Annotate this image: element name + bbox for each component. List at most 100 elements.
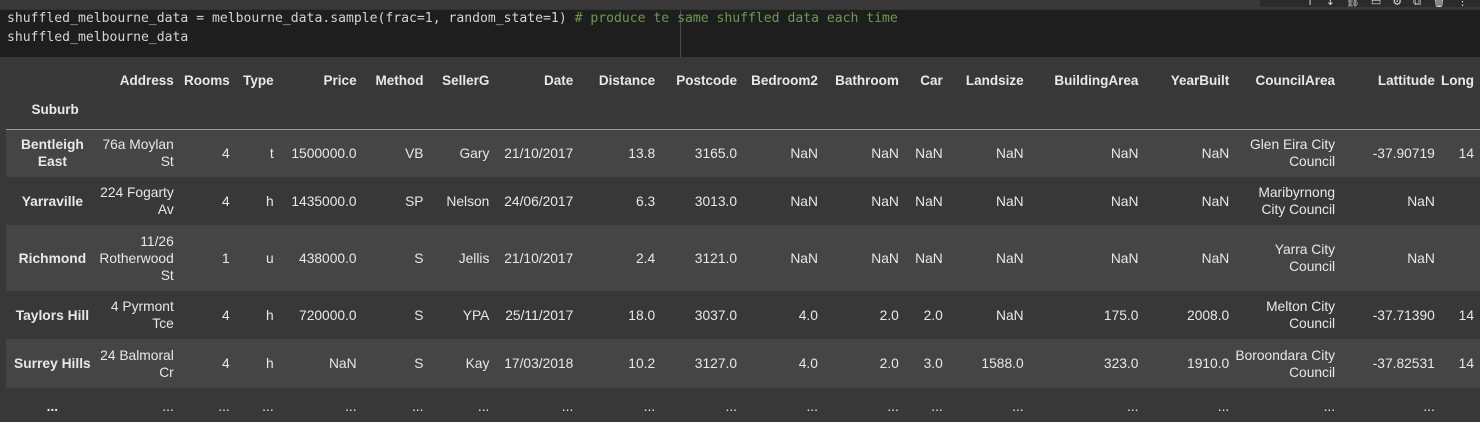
table-cell-lattitude: NaN	[1407, 193, 1435, 209]
table-cell-car: ...	[931, 399, 943, 414]
table-cell-distance: 6.3	[635, 193, 656, 209]
table-cell-price: 720000.0	[299, 307, 357, 323]
arrow-up-icon[interactable]: ↑	[1305, 0, 1314, 7]
index-name-row-blank	[1144, 102, 1235, 129]
delete-icon[interactable]: 🗑	[1432, 0, 1446, 7]
table-row: ........................................…	[6, 388, 1480, 422]
table-cell-councilarea: Melton City Council	[1266, 299, 1336, 331]
table-cell-sellerg: ...	[477, 399, 490, 414]
arrow-down-icon[interactable]: ↓	[1326, 0, 1335, 7]
table-cell-bedroom2: 4.0	[798, 356, 818, 371]
table-cell-date: 21/10/2017	[504, 145, 574, 161]
cell-output: Address Rooms Type Price Method SellerG Date Di…	[0, 57, 1480, 422]
table-cell-sellerg: Jellis	[458, 250, 490, 266]
table-cell-councilarea: Yarra City Council	[1274, 242, 1336, 274]
table-cell-bathroom: 2.0	[879, 356, 899, 371]
link-icon[interactable]: ⛓	[1346, 0, 1360, 7]
index-name-row-blank	[661, 102, 743, 129]
table-cell-date: ...	[561, 399, 574, 414]
table-cell-lattitude: -37.82531	[1372, 356, 1435, 371]
table-cell-price: 1500000.0	[291, 145, 357, 161]
index-name-row-blank	[99, 102, 180, 129]
index-name-row-blank	[363, 102, 430, 129]
table-cell-date: 21/10/2017	[504, 250, 574, 266]
table-cell-buildingarea: NaN	[1110, 193, 1139, 209]
table-cell-buildingarea: 323.0	[1103, 356, 1139, 371]
table-cell-bathroom: NaN	[871, 193, 899, 209]
table-cell-date: 17/03/2018	[504, 356, 574, 371]
table-cell-bedroom2: NaN	[790, 250, 818, 266]
table-cell-method: ...	[411, 399, 424, 414]
table-cell-type: u	[265, 250, 274, 266]
column-header-price: Price	[323, 73, 357, 88]
column-header-bedroom2: Bedroom2	[751, 73, 818, 88]
table-cell-address: ...	[162, 399, 174, 414]
table-cell-yearbuilt: ...	[1217, 399, 1230, 414]
table-cell-price: ...	[345, 399, 357, 414]
column-header-postcode: Postcode	[676, 73, 737, 88]
table-cell-councilarea: Boroondara City Council	[1235, 347, 1336, 380]
table-cell-rooms: 4	[222, 145, 230, 161]
row-index-label: ...	[46, 399, 59, 414]
column-header-councilarea: CouncilArea	[1255, 73, 1336, 88]
table-cell-landsize: NaN	[996, 145, 1024, 161]
index-name-row-blank	[1441, 102, 1480, 129]
more-icon[interactable]: ⋮	[1457, 0, 1468, 7]
table-cell-car: NaN	[915, 145, 943, 161]
table-cell-type: h	[265, 356, 274, 371]
index-name-row-blank	[824, 102, 905, 129]
table-cell-buildingarea: NaN	[1110, 145, 1139, 161]
index-name-row: Suburb	[6, 102, 1480, 129]
column-header-date: Date	[544, 73, 574, 88]
comment-icon[interactable]: ▭	[1371, 0, 1381, 7]
column-header-car: Car	[920, 73, 943, 88]
index-name-row-blank	[905, 102, 949, 129]
column-header-method: Method	[375, 73, 424, 88]
code-cell[interactable]: shuffled_melbourne_data = melbourne_data…	[0, 9, 1480, 57]
mirror-icon[interactable]: ⧉	[1413, 0, 1421, 7]
table-cell-buildingarea: NaN	[1110, 250, 1139, 266]
table-cell-address: 76a Moylan St	[102, 137, 174, 170]
index-name-row-blank	[949, 102, 1030, 129]
table-cell-councilarea: Maribyrnong City Council	[1258, 185, 1336, 217]
table-cell-long: 14	[1458, 307, 1474, 323]
table-cell-bedroom2: NaN	[790, 193, 818, 209]
code-line-1[interactable]: shuffled_melbourne_data = melbourne_data…	[7, 11, 898, 26]
index-name-row-blank	[1030, 102, 1145, 129]
table-cell-distance: 18.0	[628, 307, 656, 323]
column-header-address: Address	[119, 73, 174, 88]
table-cell-rooms: 4	[222, 193, 230, 209]
table-cell-rooms: 1	[222, 250, 230, 266]
column-header-buildingarea: BuildingArea	[1054, 73, 1139, 88]
table-cell-address: 224 Fogarty Av	[100, 185, 174, 217]
table-cell-sellerg: Nelson	[446, 193, 490, 209]
table-cell-postcode: 3121.0	[694, 250, 737, 266]
gear-icon[interactable]: ⚙	[1392, 0, 1402, 7]
column-header-yearbuilt: YearBuilt	[1170, 73, 1230, 88]
table-cell-address: 24 Balmoral Cr	[100, 347, 174, 380]
table-cell-yearbuilt: 2008.0	[1187, 307, 1230, 323]
table-cell-landsize: 1588.0	[981, 356, 1024, 371]
table-cell-councilarea: Glen Eira City Council	[1249, 137, 1336, 170]
index-name-header: Suburb	[31, 102, 79, 117]
index-name-row-blank	[236, 102, 280, 129]
index-name-row-blank	[180, 102, 236, 129]
index-name-row-blank	[429, 102, 495, 129]
column-header-long: Long	[1441, 73, 1474, 88]
row-index-label: Taylors Hill	[15, 307, 90, 323]
code-comment: # produce te same shuffled data each tim…	[574, 11, 898, 26]
index-name-row-blank	[1341, 102, 1441, 129]
table-cell-lattitude: ...	[1423, 399, 1435, 414]
table-cell-method: S	[414, 307, 424, 323]
table-cell-price: NaN	[328, 356, 357, 371]
table-cell-date: 25/11/2017	[505, 307, 574, 323]
table-cell-type: h	[265, 307, 274, 323]
code-line-2[interactable]: shuffled_melbourne_data	[7, 30, 188, 45]
table-cell-bedroom2: ...	[806, 399, 818, 414]
row-index-label: Surrey Hills	[14, 356, 91, 371]
table-cell-long: 14	[1458, 145, 1474, 161]
table-row: Yarraville 224 Fogarty Av 4 h 1435000.0 SP Nel…	[6, 177, 1480, 225]
table-cell-address: 4 Pyrmont Tce	[110, 299, 174, 331]
table-cell-yearbuilt: NaN	[1201, 250, 1230, 266]
column-header-sellerg: SellerG	[442, 73, 490, 88]
